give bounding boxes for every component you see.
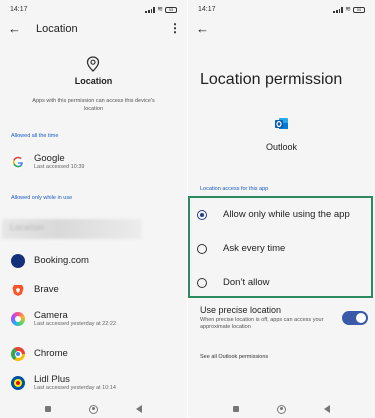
app-last-accessed: Last accessed yesterday at 10:14 <box>34 385 116 391</box>
signal-icon <box>333 6 344 13</box>
app-name: Google <box>34 153 65 164</box>
battery-icon: 55 <box>353 6 365 13</box>
precise-location-title: Use precise location <box>200 305 282 315</box>
lidl-icon <box>11 376 25 390</box>
blurred-app-item: Location <box>2 219 142 239</box>
back-button[interactable] <box>324 405 330 413</box>
permission-description: Apps with this permission can access thi… <box>32 98 155 112</box>
section-access-label: Location access for this app <box>200 186 269 192</box>
app-name: Chrome <box>34 348 68 359</box>
permission-options-group: Allow only while using the app Ask every… <box>188 196 373 298</box>
precise-location-setting[interactable]: Use precise location When precise locati… <box>200 305 370 335</box>
back-button[interactable] <box>136 405 142 413</box>
wifi-icon: ≋ <box>157 6 163 13</box>
app-item-brave[interactable]: Brave <box>11 281 181 305</box>
app-last-accessed: Last accessed 10:39 <box>34 164 85 170</box>
app-name: Camera <box>34 310 68 321</box>
recents-button[interactable] <box>45 406 51 412</box>
location-heading: Location <box>74 76 113 86</box>
location-settings-screen: 14:17 ≋ 55 ← Location ⋮ Location Apps wi… <box>0 0 187 418</box>
radio-unselected[interactable] <box>197 278 207 288</box>
status-bar: 14:17 ≋ 55 <box>10 6 177 16</box>
more-options-icon[interactable]: ⋮ <box>169 21 181 35</box>
app-item-chrome[interactable]: Chrome <box>11 345 181 369</box>
precise-location-description: When precise location is off, apps can a… <box>200 317 324 330</box>
app-name: Lidl Plus <box>34 374 70 385</box>
battery-icon: 55 <box>165 6 177 13</box>
app-item-booking[interactable]: Booking.com <box>11 252 181 276</box>
camera-icon <box>11 312 25 326</box>
navigation-bar <box>0 400 187 418</box>
signal-icon <box>145 6 156 13</box>
brave-icon <box>12 285 24 296</box>
section-allowed-all-time: Allowed all the time <box>11 133 59 139</box>
section-allowed-in-use: Allowed only while in use <box>11 195 73 201</box>
see-all-permissions-link[interactable]: See all Outlook permissions <box>200 354 268 360</box>
app-last-accessed: Last accessed yesterday at 22:22 <box>34 321 116 327</box>
option-label: Don’t allow <box>223 277 270 288</box>
status-time: 14:17 <box>198 6 216 13</box>
booking-icon <box>11 254 25 268</box>
home-button[interactable] <box>89 404 98 414</box>
status-icons: ≋ 55 <box>145 6 177 13</box>
page-title: Location permission <box>200 71 343 88</box>
location-permission-screen: 14:17 ≋ 55 ← Location permission Outlook… <box>188 0 375 418</box>
page-title: Location <box>36 23 78 35</box>
home-button[interactable] <box>277 404 286 414</box>
google-icon <box>11 155 25 169</box>
option-label: Allow only while using the app <box>223 209 350 220</box>
option-allow-while-using[interactable]: Allow only while using the app <box>195 205 373 225</box>
app-bar: ← <box>188 20 375 40</box>
precise-location-toggle[interactable] <box>342 311 368 325</box>
option-ask-every-time[interactable]: Ask every time <box>195 239 373 259</box>
option-dont-allow[interactable]: Don’t allow <box>195 273 373 293</box>
recents-button[interactable] <box>233 406 239 412</box>
wifi-icon: ≋ <box>345 6 351 13</box>
radio-selected[interactable] <box>197 210 207 220</box>
blurred-text: Location <box>10 223 45 232</box>
status-icons: ≋ 55 <box>333 6 365 13</box>
location-pin-icon <box>86 56 100 72</box>
app-name: Booking.com <box>34 255 89 266</box>
app-bar: ← Location ⋮ <box>0 20 187 40</box>
app-item-google[interactable]: Google Last accessed 10:39 <box>11 153 181 177</box>
chrome-icon <box>11 347 25 361</box>
radio-unselected[interactable] <box>197 244 207 254</box>
outlook-icon <box>275 118 288 129</box>
app-item-lidl[interactable]: Lidl Plus Last accessed yesterday at 10:… <box>11 374 181 398</box>
option-label: Ask every time <box>223 243 286 254</box>
status-time: 14:17 <box>10 6 28 13</box>
navigation-bar <box>188 400 375 418</box>
status-bar: 14:17 ≋ 55 <box>198 6 365 16</box>
back-arrow-icon[interactable]: ← <box>196 22 209 36</box>
app-item-camera[interactable]: Camera Last accessed yesterday at 22:22 <box>11 310 181 334</box>
app-name: Outlook <box>265 142 298 152</box>
app-name: Brave <box>34 284 59 295</box>
back-arrow-icon[interactable]: ← <box>8 22 21 36</box>
